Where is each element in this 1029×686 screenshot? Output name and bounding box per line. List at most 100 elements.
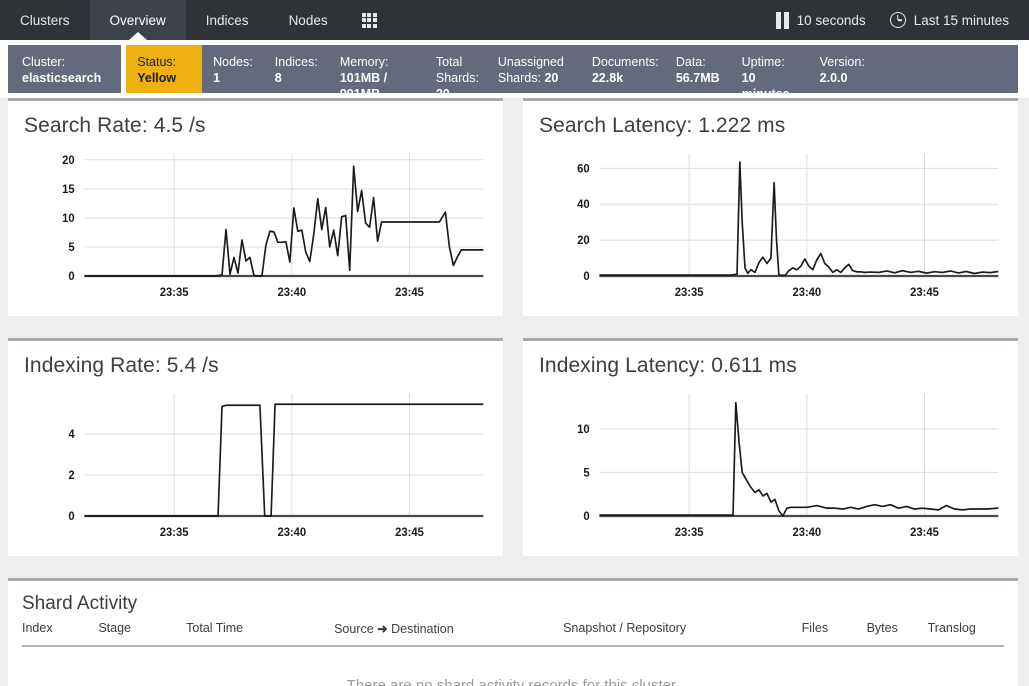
nav-tab-overview[interactable]: Overview xyxy=(89,0,186,40)
chart-indexing-latency[interactable]: 0 5 10 23:35 23:40 23:45 xyxy=(523,378,1018,556)
status-cell-label: Total Shards: xyxy=(435,55,479,85)
time-range-control[interactable]: Last 15 minutes xyxy=(878,12,1021,28)
status-cell-label: Indices: xyxy=(274,55,318,69)
svg-text:0: 0 xyxy=(583,511,589,523)
svg-text:0: 0 xyxy=(68,511,74,523)
column-header-stage[interactable]: Stage xyxy=(98,621,186,636)
svg-text:23:35: 23:35 xyxy=(675,287,704,299)
pause-icon xyxy=(775,11,789,29)
grid-icon xyxy=(361,12,377,28)
nav-tab-nodes[interactable]: Nodes xyxy=(269,0,348,40)
top-navigation-bar: Clusters Overview Indices Nodes 10 secon… xyxy=(0,0,1029,40)
svg-text:23:40: 23:40 xyxy=(792,527,821,539)
status-cell-uptime: Uptime: 10 minutes xyxy=(730,45,809,101)
svg-text:0: 0 xyxy=(68,271,74,283)
nav-right-controls: 10 seconds Last 15 minutes xyxy=(764,0,1029,40)
panel-search-latency: Search Latency: 1.222 ms 0 20 40 60 23:35 23:… xyxy=(523,98,1018,316)
status-cell-value: 22.8k xyxy=(591,71,624,85)
nav-tab-label: Indices xyxy=(205,12,249,28)
column-header-bytes[interactable]: Bytes xyxy=(867,621,928,636)
status-cell-value: 56.7MB xyxy=(675,71,720,85)
panel-search-rate: Search Rate: 4.5 /s 0 5 10 15 20 23:35 23:40 23… xyxy=(8,98,503,316)
column-header-index[interactable]: Index xyxy=(22,621,98,636)
chart-search-rate[interactable]: 0 5 10 15 20 23:35 23:40 23:45 xyxy=(8,138,503,316)
svg-text:20: 20 xyxy=(62,155,74,167)
nav-tab-label: Nodes xyxy=(288,12,328,28)
arrow-right-icon: ➜ xyxy=(377,622,388,636)
svg-text:15: 15 xyxy=(62,184,74,196)
status-cell-data: Data: 56.7MB xyxy=(664,45,731,93)
column-header-snapshot-repository[interactable]: Snapshot / Repository xyxy=(563,621,802,636)
svg-text:0: 0 xyxy=(583,271,589,283)
nav-tab-indices[interactable]: Indices xyxy=(186,0,269,40)
status-cell-value: 20 xyxy=(544,71,559,85)
svg-text:23:45: 23:45 xyxy=(395,287,424,299)
svg-text:23:40: 23:40 xyxy=(277,287,306,299)
nav-tab-clusters[interactable]: Clusters xyxy=(0,0,90,40)
status-cell-label: Cluster: xyxy=(22,55,66,69)
status-cell-unassigned-shards: Unassigned Shards: 20 xyxy=(486,45,581,93)
svg-text:23:45: 23:45 xyxy=(395,527,424,539)
svg-text:10: 10 xyxy=(577,424,589,436)
clock-icon xyxy=(889,12,906,28)
svg-text:5: 5 xyxy=(68,242,74,254)
status-cell-value: 2.0.0 xyxy=(819,71,848,85)
shard-activity-panel: Shard Activity Index Stage Total Time So… xyxy=(8,578,1018,686)
svg-text:40: 40 xyxy=(577,199,589,211)
nav-tab-label: Overview xyxy=(109,12,166,28)
column-header-files[interactable]: Files xyxy=(802,621,867,636)
source-label: Source xyxy=(334,622,374,636)
column-header-translog[interactable]: Translog xyxy=(928,621,1004,636)
status-cell-value: 1 xyxy=(213,71,221,85)
panel-title: Search Latency: 1.222 ms xyxy=(539,114,786,137)
status-cell-cluster: Cluster: elasticsearch xyxy=(8,45,122,93)
column-header-total-time[interactable]: Total Time xyxy=(186,621,334,636)
status-cell-nodes: Nodes: 1 xyxy=(202,45,264,93)
status-cell-documents: Documents: 22.8k xyxy=(580,45,665,93)
status-cell-value: 8 xyxy=(274,71,282,85)
panel-title: Indexing Rate: 5.4 /s xyxy=(24,354,219,377)
status-badge: Yellow xyxy=(137,71,177,85)
panel-title: Search Rate: 4.5 /s xyxy=(24,114,206,137)
status-cell-label: Version: xyxy=(819,55,865,69)
svg-text:23:45: 23:45 xyxy=(910,527,939,539)
status-cell-version: Version: 2.0.0 xyxy=(808,45,1018,93)
shard-activity-title: Shard Activity xyxy=(22,593,138,614)
nav-tab-label: Clusters xyxy=(20,12,70,28)
refresh-interval-label: 10 seconds xyxy=(796,12,866,28)
destination-label: Destination xyxy=(391,622,454,636)
shard-activity-table-header: Index Stage Total Time Source ➜ Destinat… xyxy=(22,621,1004,647)
refresh-interval-control[interactable]: 10 seconds xyxy=(764,11,878,29)
svg-text:23:40: 23:40 xyxy=(277,527,306,539)
svg-text:2: 2 xyxy=(68,470,74,482)
dashboard-content: Search Rate: 4.5 /s 0 5 10 15 20 23:35 23:40 23… xyxy=(0,98,1029,686)
shard-activity-empty-message: There are no shard activity records for … xyxy=(346,677,680,686)
svg-text:23:45: 23:45 xyxy=(910,287,939,299)
panel-indexing-latency: Indexing Latency: 0.611 ms 0 5 10 23:35 23:4… xyxy=(523,338,1018,556)
chart-indexing-rate[interactable]: 0 2 4 23:35 23:40 23:45 xyxy=(8,378,503,556)
apps-menu-button[interactable] xyxy=(348,0,391,40)
status-cell-label: Data: xyxy=(675,55,706,69)
column-header-source-destination[interactable]: Source ➜ Destination xyxy=(334,621,563,636)
svg-text:23:40: 23:40 xyxy=(792,287,821,299)
status-cell-label: Uptime: xyxy=(741,55,785,69)
panel-title: Indexing Latency: 0.611 ms xyxy=(539,354,797,377)
svg-text:23:35: 23:35 xyxy=(160,527,189,539)
status-cell-value: elasticsearch xyxy=(22,71,102,85)
active-tab-pointer-icon xyxy=(128,32,147,40)
status-cell-value: 101MB / 991MB xyxy=(339,71,388,101)
svg-text:23:35: 23:35 xyxy=(160,287,189,299)
svg-text:4: 4 xyxy=(68,429,75,441)
cluster-status-bar: Cluster: elasticsearch Status: Yellow No… xyxy=(0,40,1029,101)
status-cell-total-shards: Total Shards: 20 xyxy=(424,45,487,101)
chart-row-top: Search Rate: 4.5 /s 0 5 10 15 20 23:35 23:40 23… xyxy=(8,98,1018,316)
svg-text:60: 60 xyxy=(577,163,589,175)
chart-search-latency[interactable]: 0 20 40 60 23:35 23:40 23:45 xyxy=(523,138,1018,316)
chart-row-bottom: Indexing Rate: 5.4 /s 0 2 4 23:35 23:40 23:45… xyxy=(8,338,1018,556)
status-cell-memory: Memory: 101MB / 991MB xyxy=(328,45,425,101)
panel-indexing-rate: Indexing Rate: 5.4 /s 0 2 4 23:35 23:40 23:45 xyxy=(8,338,503,556)
svg-text:5: 5 xyxy=(583,467,589,479)
time-range-label: Last 15 minutes xyxy=(913,12,1009,28)
svg-text:23:35: 23:35 xyxy=(675,527,704,539)
status-cell-label: Memory: xyxy=(339,55,389,69)
